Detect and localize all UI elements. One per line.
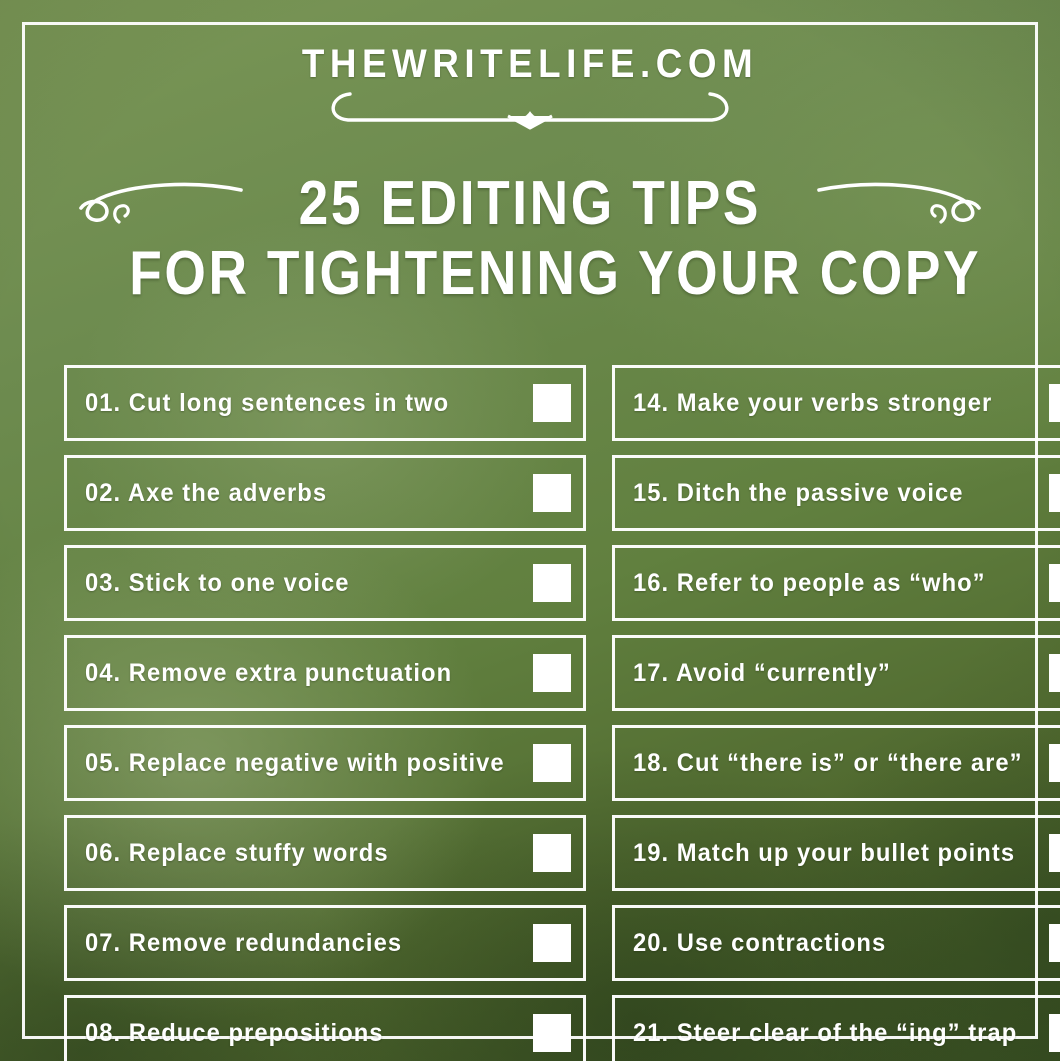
poster-content: THEWRITELIFE.COM 25 EDITING TIPS FOR TIG…: [0, 0, 1060, 1061]
tip-row[interactable]: 04. Remove extra punctuation: [64, 635, 586, 712]
tip-label: 14. Make your verbs stronger: [632, 388, 992, 417]
tip-label: 18. Cut “there is” or “there are”: [632, 748, 1023, 777]
tip-row[interactable]: 19. Match up your bullet points: [611, 815, 1060, 892]
tip-checkbox[interactable]: [532, 924, 571, 963]
tip-checkbox[interactable]: [1048, 654, 1060, 693]
tip-checkbox[interactable]: [532, 654, 571, 693]
tip-checkbox[interactable]: [532, 834, 571, 873]
tip-checkbox[interactable]: [1048, 384, 1060, 423]
tip-row[interactable]: 17. Avoid “currently”: [611, 635, 1060, 712]
tip-label: 19. Match up your bullet points: [632, 838, 1015, 867]
brand-header: THEWRITELIFE.COM: [64, 0, 996, 134]
tip-row[interactable]: 02. Axe the adverbs: [64, 455, 586, 532]
tip-checkbox[interactable]: [1048, 924, 1060, 963]
title-line-2: FOR TIGHTENING YOUR COPY: [129, 238, 982, 308]
tip-row[interactable]: 15. Ditch the passive voice: [611, 455, 1060, 532]
tip-label: 04. Remove extra punctuation: [85, 658, 453, 687]
tip-row[interactable]: 06. Replace stuffy words: [64, 815, 586, 892]
tip-row[interactable]: 03. Stick to one voice: [64, 545, 586, 622]
title-block: 25 EDITING TIPS FOR TIGHTENING YOUR COPY: [64, 169, 996, 308]
tip-checkbox[interactable]: [1048, 834, 1060, 873]
checklist-columns: 01. Cut long sentences in two 02. Axe th…: [64, 365, 1060, 1061]
tip-checkbox[interactable]: [532, 384, 571, 423]
tip-row[interactable]: 21. Steer clear of the “ing” trap: [611, 995, 1060, 1061]
tip-label: 16. Refer to people as “who”: [632, 568, 986, 597]
tip-row[interactable]: 14. Make your verbs stronger: [611, 365, 1060, 442]
tip-label: 08. Reduce prepositions: [85, 1018, 384, 1047]
tip-checkbox[interactable]: [1048, 744, 1060, 783]
tip-checkbox[interactable]: [532, 1014, 571, 1053]
tip-label: 15. Ditch the passive voice: [632, 478, 964, 507]
tip-label: 17. Avoid “currently”: [632, 658, 891, 687]
tip-checkbox[interactable]: [1048, 564, 1060, 603]
tip-checkbox[interactable]: [1048, 1014, 1060, 1053]
tip-checkbox[interactable]: [532, 564, 571, 603]
tip-checkbox[interactable]: [532, 474, 571, 513]
tip-row[interactable]: 16. Refer to people as “who”: [611, 545, 1060, 622]
right-swash-flourish-icon: [817, 182, 981, 224]
tip-label: 21. Steer clear of the “ing” trap: [632, 1018, 1017, 1047]
tip-row[interactable]: 20. Use contractions: [611, 905, 1060, 982]
tip-label: 02. Axe the adverbs: [85, 478, 328, 507]
left-swash-flourish-icon: [79, 182, 243, 224]
tip-label: 07. Remove redundancies: [85, 928, 403, 957]
checklist-right-column: 14. Make your verbs stronger 15. Ditch t…: [611, 365, 1060, 1061]
checklist-left-column: 01. Cut long sentences in two 02. Axe th…: [64, 365, 586, 1061]
tip-label: 05. Replace negative with positive: [85, 748, 505, 777]
tip-label: 01. Cut long sentences in two: [85, 388, 450, 417]
tip-row[interactable]: 07. Remove redundancies: [64, 905, 586, 982]
brand-name: THEWRITELIFE.COM: [301, 42, 759, 86]
tip-label: 03. Stick to one voice: [85, 568, 350, 597]
tip-label: 20. Use contractions: [632, 928, 886, 957]
tip-row[interactable]: 05. Replace negative with positive: [64, 725, 586, 802]
title-first-row: 25 EDITING TIPS: [64, 169, 996, 238]
tip-checkbox[interactable]: [1048, 474, 1060, 513]
tip-checkbox[interactable]: [532, 744, 571, 783]
tip-row[interactable]: 08. Reduce prepositions: [64, 995, 586, 1061]
banner-divider-flourish-icon: [331, 92, 729, 130]
tip-row[interactable]: 01. Cut long sentences in two: [64, 365, 586, 442]
tip-row[interactable]: 18. Cut “there is” or “there are”: [611, 725, 1060, 802]
title-line-1: 25 EDITING TIPS: [298, 169, 762, 238]
tip-label: 06. Replace stuffy words: [85, 838, 389, 867]
infographic-poster: THEWRITELIFE.COM 25 EDITING TIPS FOR TIG…: [0, 0, 1060, 1061]
